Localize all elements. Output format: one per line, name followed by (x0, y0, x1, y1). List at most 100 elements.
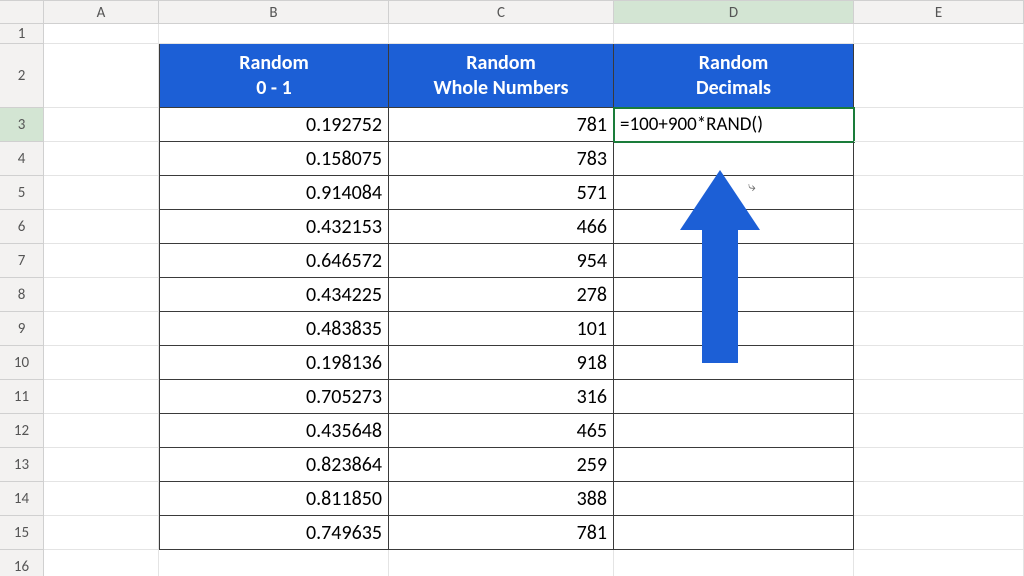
cell-C1[interactable] (389, 24, 614, 44)
cell-E2[interactable] (854, 44, 1024, 108)
table-header-line2: Decimals (696, 76, 771, 101)
cell-A12[interactable] (44, 414, 159, 448)
cell-C14[interactable]: 388 (389, 482, 614, 516)
cell-D11[interactable] (614, 380, 854, 414)
table-header-line2: Whole Numbers (434, 76, 569, 101)
cell-C15[interactable]: 781 (389, 516, 614, 550)
grid[interactable]: ABCDE12Random0 - 1RandomWhole NumbersRan… (0, 0, 1024, 576)
cell-E14[interactable] (854, 482, 1024, 516)
row-header-7[interactable]: 7 (0, 244, 44, 278)
cell-E9[interactable] (854, 312, 1024, 346)
cell-B16[interactable] (159, 550, 389, 576)
row-header-12[interactable]: 12 (0, 414, 44, 448)
cell-B13[interactable]: 0.823864 (159, 448, 389, 482)
cell-B1[interactable] (159, 24, 389, 44)
col-header-E[interactable]: E (854, 0, 1024, 24)
cell-B8[interactable]: 0.434225 (159, 278, 389, 312)
cell-A1[interactable] (44, 24, 159, 44)
cell-D12[interactable] (614, 414, 854, 448)
cell-C11[interactable]: 316 (389, 380, 614, 414)
cell-D16[interactable] (614, 550, 854, 576)
row-header-3[interactable]: 3 (0, 108, 44, 142)
cell-B4[interactable]: 0.158075 (159, 142, 389, 176)
cell-D13[interactable] (614, 448, 854, 482)
cell-C5[interactable]: 571 (389, 176, 614, 210)
cell-C16[interactable] (389, 550, 614, 576)
select-all-corner[interactable] (0, 0, 44, 24)
row-header-15[interactable]: 15 (0, 516, 44, 550)
cell-A5[interactable] (44, 176, 159, 210)
col-header-B[interactable]: B (159, 0, 389, 24)
row-header-4[interactable]: 4 (0, 142, 44, 176)
cell-E3[interactable] (854, 108, 1024, 142)
cell-A13[interactable] (44, 448, 159, 482)
row-header-5[interactable]: 5 (0, 176, 44, 210)
cell-A15[interactable] (44, 516, 159, 550)
cell-C3[interactable]: 781 (389, 108, 614, 142)
cell-B3[interactable]: 0.192752 (159, 108, 389, 142)
cell-A8[interactable] (44, 278, 159, 312)
row-header-9[interactable]: 9 (0, 312, 44, 346)
cell-A11[interactable] (44, 380, 159, 414)
cell-C7[interactable]: 954 (389, 244, 614, 278)
cell-E12[interactable] (854, 414, 1024, 448)
cell-A10[interactable] (44, 346, 159, 380)
cell-A2[interactable] (44, 44, 159, 108)
col-header-D[interactable]: D (614, 0, 854, 24)
cell-C9[interactable]: 101 (389, 312, 614, 346)
cell-B5[interactable]: 0.914084 (159, 176, 389, 210)
row-header-10[interactable]: 10 (0, 346, 44, 380)
cell-B12[interactable]: 0.435648 (159, 414, 389, 448)
cell-B11[interactable]: 0.705273 (159, 380, 389, 414)
cell-E16[interactable] (854, 550, 1024, 576)
table-header-D[interactable]: RandomDecimals (614, 44, 854, 108)
cell-E13[interactable] (854, 448, 1024, 482)
col-header-C[interactable]: C (389, 0, 614, 24)
cell-E6[interactable] (854, 210, 1024, 244)
table-header-line1: Random (696, 51, 771, 76)
cell-E10[interactable] (854, 346, 1024, 380)
cell-B9[interactable]: 0.483835 (159, 312, 389, 346)
cell-C4[interactable]: 783 (389, 142, 614, 176)
col-header-A[interactable]: A (44, 0, 159, 24)
table-header-C[interactable]: RandomWhole Numbers (389, 44, 614, 108)
cell-D14[interactable] (614, 482, 854, 516)
cell-A4[interactable] (44, 142, 159, 176)
cell-A9[interactable] (44, 312, 159, 346)
cell-B6[interactable]: 0.432153 (159, 210, 389, 244)
cell-D15[interactable] (614, 516, 854, 550)
cell-D1[interactable] (614, 24, 854, 44)
cell-B15[interactable]: 0.749635 (159, 516, 389, 550)
table-header-line1: Random (239, 51, 309, 76)
cell-C10[interactable]: 918 (389, 346, 614, 380)
cell-A6[interactable] (44, 210, 159, 244)
cell-E1[interactable] (854, 24, 1024, 44)
row-header-13[interactable]: 13 (0, 448, 44, 482)
cell-C8[interactable]: 278 (389, 278, 614, 312)
row-header-6[interactable]: 6 (0, 210, 44, 244)
row-header-1[interactable]: 1 (0, 24, 44, 44)
cell-C6[interactable]: 466 (389, 210, 614, 244)
cell-A14[interactable] (44, 482, 159, 516)
cell-B14[interactable]: 0.811850 (159, 482, 389, 516)
row-header-11[interactable]: 11 (0, 380, 44, 414)
cell-B7[interactable]: 0.646572 (159, 244, 389, 278)
cell-B10[interactable]: 0.198136 (159, 346, 389, 380)
table-header-B[interactable]: Random0 - 1 (159, 44, 389, 108)
formula-cell[interactable]: =100+900*RAND() (614, 108, 854, 142)
cell-A7[interactable] (44, 244, 159, 278)
row-header-16[interactable]: 16 (0, 550, 44, 576)
cell-C13[interactable]: 259 (389, 448, 614, 482)
cell-E8[interactable] (854, 278, 1024, 312)
cell-C12[interactable]: 465 (389, 414, 614, 448)
cell-A3[interactable] (44, 108, 159, 142)
cell-E11[interactable] (854, 380, 1024, 414)
row-header-14[interactable]: 14 (0, 482, 44, 516)
cell-E5[interactable] (854, 176, 1024, 210)
row-header-2[interactable]: 2 (0, 44, 44, 108)
row-header-8[interactable]: 8 (0, 278, 44, 312)
cell-E4[interactable] (854, 142, 1024, 176)
cell-E15[interactable] (854, 516, 1024, 550)
cell-A16[interactable] (44, 550, 159, 576)
cell-E7[interactable] (854, 244, 1024, 278)
